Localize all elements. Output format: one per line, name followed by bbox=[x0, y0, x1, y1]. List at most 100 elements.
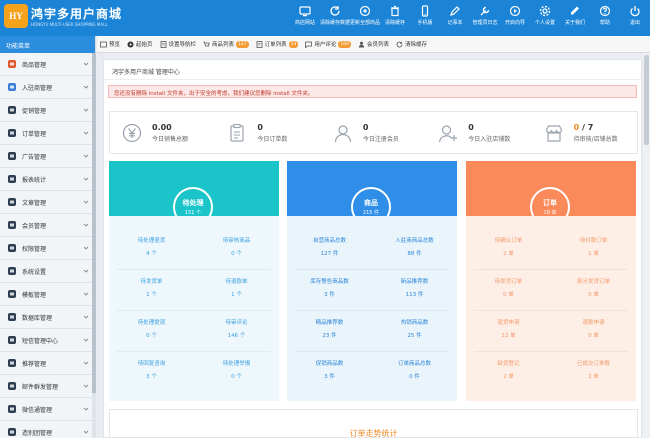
tab-goods-list[interactable]: 商品列表 127 bbox=[203, 40, 249, 48]
chevron-down-icon bbox=[83, 430, 89, 434]
order-icon bbox=[6, 128, 17, 139]
topnav-help[interactable]: 帮助 bbox=[590, 0, 620, 36]
help-icon bbox=[599, 5, 611, 17]
sidebar-item-label: 短信管理中心 bbox=[22, 337, 59, 345]
card-stat[interactable]: 促销商品数 3 件 bbox=[287, 359, 372, 380]
card-goods: 商品 215 件自营商品总数 127 件入驻商商品总数 88 件库存警告商品数 3 件新… bbox=[287, 161, 457, 401]
sync-icon bbox=[359, 5, 371, 17]
topnav-logout[interactable]: 退出 bbox=[620, 0, 650, 36]
tab-clear-cache[interactable]: 清除缓存 bbox=[396, 40, 427, 48]
sidebar-item-10[interactable]: 模板管理 bbox=[0, 283, 95, 306]
card-stat[interactable]: 已成交订单数 2 单 bbox=[551, 359, 636, 380]
stat-shops: 0 今日入驻店铺数 bbox=[426, 112, 531, 153]
card-stat[interactable]: 待回复咨询 3 个 bbox=[109, 359, 194, 380]
main-panel: 鸿宇多用户商城 管理中心 您还没有删除 install 文件夹，出于安全的考虑，… bbox=[103, 59, 642, 438]
topnav-store[interactable]: 商店网站 bbox=[290, 0, 320, 36]
logo[interactable]: HY 鸿宇多用户商城 HONGYU MULTI-USER SHOPPING MA… bbox=[4, 4, 122, 28]
sidebar-item-9[interactable]: 系统设置 bbox=[0, 260, 95, 283]
topnav-personal-settings[interactable]: 个人设置 bbox=[530, 0, 560, 36]
sidebar-item-6[interactable]: 文章管理 bbox=[0, 191, 95, 214]
stat-pending-shops: 0 / 7 待审核/店铺总数 bbox=[532, 112, 637, 153]
topnav-clear-cache-data[interactable]: 清除缓存数据 bbox=[320, 0, 350, 36]
tab-member-list[interactable]: 会员列表 bbox=[358, 40, 389, 48]
sidebar-item-label: 推荐管理 bbox=[22, 360, 47, 368]
chevron-down-icon bbox=[83, 384, 89, 388]
card-stat[interactable]: 新品推荐数 113 件 bbox=[372, 277, 457, 298]
sidebar-item-label: 文章管理 bbox=[22, 199, 47, 207]
topnav-mobile[interactable]: 手机版 bbox=[410, 0, 440, 36]
card-stat[interactable]: 待确认订单 2 单 bbox=[466, 236, 551, 257]
chart-icon bbox=[6, 174, 17, 185]
sidebar-item-0[interactable]: 商品管理 bbox=[0, 53, 95, 76]
wrench-icon bbox=[480, 6, 490, 16]
sidebar-item-label: 数据库管理 bbox=[22, 314, 53, 322]
card-stat[interactable]: 精品推荐数 23 件 bbox=[287, 318, 372, 339]
yen-icon bbox=[122, 123, 142, 142]
page-title: 鸿宇多用户商城 管理中心 bbox=[104, 60, 641, 80]
sidebar-item-14[interactable]: 邮件群发管理 bbox=[0, 375, 95, 398]
sidebar-item-16[interactable]: 造别团管理 bbox=[0, 421, 95, 438]
sidebar-item-7[interactable]: 会员管理 bbox=[0, 214, 95, 237]
main-scrollbar[interactable] bbox=[643, 53, 650, 438]
sidebar-item-1[interactable]: 入驻商管理 bbox=[0, 76, 95, 99]
topnav-admin-log[interactable]: 管理员日志 bbox=[470, 0, 500, 36]
doc-icon bbox=[6, 197, 17, 208]
chevron-down-icon bbox=[83, 108, 89, 112]
sidebar-item-8[interactable]: 权限管理 bbox=[0, 237, 95, 260]
gear-icon bbox=[539, 5, 551, 17]
card-stat[interactable]: 库存警告商品数 3 件 bbox=[287, 277, 372, 298]
card-header: 商品 215 件 bbox=[287, 161, 457, 227]
sidebar-item-5[interactable]: 报表统计 bbox=[0, 168, 95, 191]
tab-nav-settings[interactable]: 设置导航栏 bbox=[160, 40, 196, 48]
card-stat[interactable]: 缺货登记 2 单 bbox=[466, 359, 551, 380]
topnav-wizard[interactable]: 开启向导 bbox=[500, 0, 530, 36]
card-body: 待确认订单 2 单待付款订单 1 单待发货订单 0 单部分发货订单 0 单退货申请 12 … bbox=[466, 216, 636, 401]
topnav-about[interactable]: 关于我们 bbox=[560, 0, 590, 36]
card-stat[interactable]: 退款申请 0 单 bbox=[551, 318, 636, 339]
sidebar-scrollbar[interactable] bbox=[92, 53, 96, 438]
sidebar-item-label: 模板管理 bbox=[22, 291, 47, 299]
card-stat[interactable]: 入驻商商品总数 88 件 bbox=[372, 236, 457, 257]
chevron-down-icon bbox=[83, 269, 89, 273]
sidebar-item-label: 会员管理 bbox=[22, 222, 47, 230]
card-stat[interactable]: 待发货订单 0 单 bbox=[466, 277, 551, 298]
card-stat[interactable]: 待审核商品 0 个 bbox=[194, 236, 279, 257]
divider bbox=[474, 269, 628, 270]
comment-icon bbox=[305, 41, 313, 48]
store-icon bbox=[299, 6, 311, 17]
card-stat[interactable]: 退货申请 12 单 bbox=[466, 318, 551, 339]
order-trend-section: 订单走势统计 bbox=[109, 409, 638, 437]
main-scrollbar-thumb[interactable] bbox=[644, 55, 649, 145]
card-stat[interactable]: 订单商品总数 0 件 bbox=[372, 359, 457, 380]
tab-preview[interactable]: 预览 bbox=[100, 40, 120, 48]
gear-icon bbox=[6, 266, 17, 277]
card-stat[interactable]: 待发货单 1 个 bbox=[109, 277, 194, 298]
card-stat[interactable]: 待退款单 1 个 bbox=[194, 277, 279, 298]
sidebar-item-label: 报表统计 bbox=[22, 176, 47, 184]
topnav-update-goods[interactable]: 更新全部商品 bbox=[350, 0, 380, 36]
topnav-clear-cache[interactable]: 清除缓存 bbox=[380, 0, 410, 36]
tab-user-comments[interactable]: 用户评论 100 bbox=[305, 40, 352, 48]
sidebar-item-3[interactable]: 订单管理 bbox=[0, 122, 95, 145]
tab-start-page[interactable]: 起始页 bbox=[127, 40, 153, 48]
sidebar-item-15[interactable]: 微信通管理 bbox=[0, 398, 95, 421]
card-stat[interactable]: 待付款订单 1 单 bbox=[551, 236, 636, 257]
sidebar-item-11[interactable]: 数据库管理 bbox=[0, 306, 95, 329]
sidebar-item-2[interactable]: 促销管理 bbox=[0, 99, 95, 122]
card-stat[interactable]: 待处理退货 4 个 bbox=[109, 236, 194, 257]
card-stat[interactable]: 待审评论 146 个 bbox=[194, 318, 279, 339]
card-stat[interactable]: 自营商品总数 127 件 bbox=[287, 236, 372, 257]
doc-icon bbox=[160, 40, 166, 48]
card-stat[interactable]: 待处理提现 0 个 bbox=[109, 318, 194, 339]
tab-order-list[interactable]: 订单列表 13 bbox=[256, 40, 299, 48]
template-icon bbox=[6, 289, 17, 300]
card-stat[interactable]: 热销商品数 25 件 bbox=[372, 318, 457, 339]
sidebar-item-12[interactable]: 短信管理中心 bbox=[0, 329, 95, 352]
topnav-notepad[interactable]: 记事本 bbox=[440, 0, 470, 36]
sidebar-item-label: 广告管理 bbox=[22, 153, 47, 161]
card-stat[interactable]: 待处理举报 0 个 bbox=[194, 359, 279, 380]
sidebar-scrollbar-thumb[interactable] bbox=[92, 53, 96, 393]
card-stat[interactable]: 部分发货订单 0 单 bbox=[551, 277, 636, 298]
sidebar-item-13[interactable]: 推荐管理 bbox=[0, 352, 95, 375]
sidebar-item-4[interactable]: 广告管理 bbox=[0, 145, 95, 168]
